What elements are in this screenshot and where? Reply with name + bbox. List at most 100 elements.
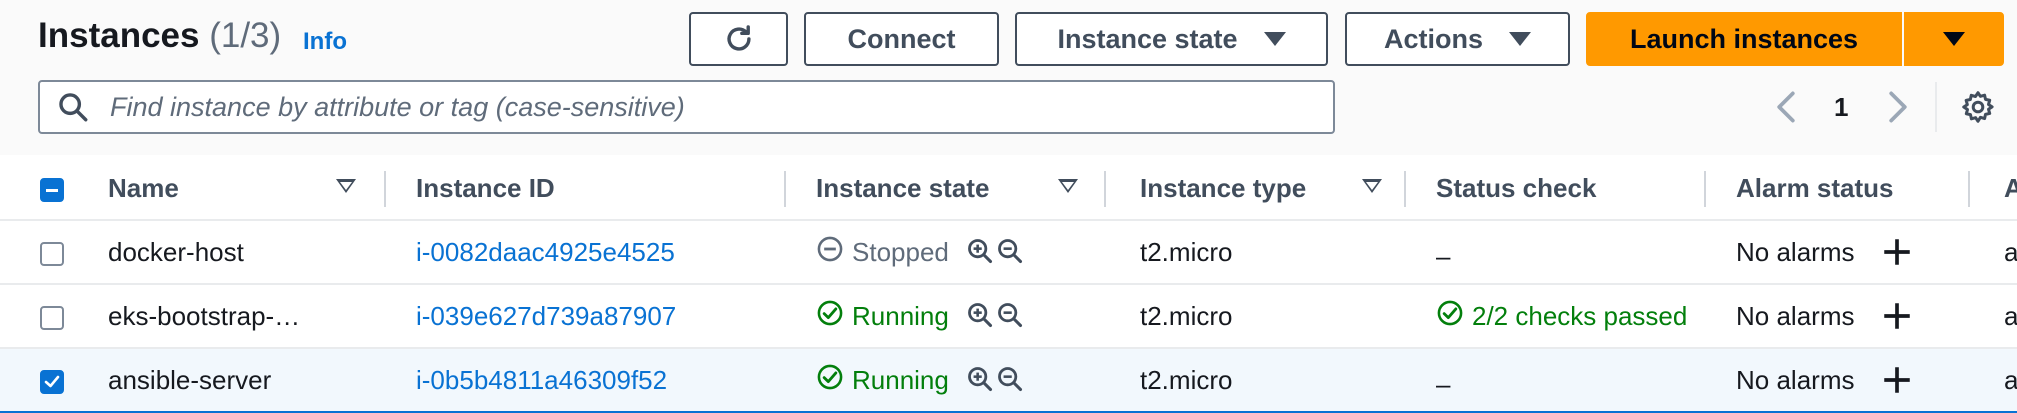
selection-count: (1/3) <box>209 16 282 55</box>
instance-id-cell: i-0082daac4925e4525 <box>386 220 786 285</box>
next-column-cell: ap <box>1970 347 2017 413</box>
instance-state-cell: Running <box>786 284 1106 349</box>
search-icon <box>59 93 88 122</box>
alarm-status-label: No alarms <box>1736 236 1855 267</box>
caret-down-icon <box>1263 32 1286 46</box>
launch-instances-button[interactable]: Launch instances <box>1586 12 1902 66</box>
state-filter-controls <box>966 365 1024 393</box>
name-cell: ansible-server <box>108 347 386 413</box>
column-header-name[interactable]: Name <box>108 157 386 221</box>
info-link[interactable]: Info <box>303 28 347 56</box>
select-all-checkbox[interactable] <box>40 177 64 202</box>
instance-state-label: Stopped <box>852 236 949 267</box>
instance-state-label: Running <box>852 300 949 331</box>
actions-label: Actions <box>1383 23 1483 54</box>
column-label: Instance type <box>1140 172 1307 203</box>
status-check-cell: – <box>1406 347 1706 413</box>
instance-type-cell: t2.micro <box>1106 284 1406 349</box>
column-header-status-check[interactable]: Status check <box>1406 157 1706 221</box>
instance-name: ansible-server <box>108 364 272 395</box>
instance-type-cell: t2.micro <box>1106 347 1406 413</box>
column-header-instance-id[interactable]: Instance ID <box>386 157 786 221</box>
alarm-status-label: No alarms <box>1736 364 1855 395</box>
search-input[interactable] <box>108 82 1333 132</box>
column-header-instance-type[interactable]: Instance type <box>1106 157 1406 221</box>
instance-id-link[interactable]: i-039e627d739a87907 <box>416 301 676 331</box>
connect-button[interactable]: Connect <box>804 12 999 66</box>
stopped-status-icon <box>817 236 843 261</box>
zoom-out-icon[interactable] <box>996 365 1024 393</box>
sort-filter-icon[interactable] <box>1362 179 1382 193</box>
gear-icon[interactable] <box>1960 89 1996 125</box>
instance-state-dropdown[interactable]: Instance state <box>1015 12 1328 66</box>
plus-icon[interactable] <box>1880 299 1914 333</box>
success-status-icon <box>817 364 843 389</box>
instance-type: t2.micro <box>1140 236 1233 267</box>
search-field[interactable] <box>38 80 1335 134</box>
status-check-label: 2/2 checks passed <box>1472 300 1688 331</box>
actions-dropdown[interactable]: Actions <box>1345 12 1570 66</box>
table-row-3[interactable]: ansible-server i-0b5b4811a46309f52 Runni… <box>0 347 2017 413</box>
row-select-cell <box>0 284 108 349</box>
zoom-in-icon[interactable] <box>966 237 994 265</box>
next-column-value: ap <box>2004 237 2017 267</box>
zoom-in-icon[interactable] <box>966 301 994 329</box>
name-cell: docker-host <box>108 220 386 285</box>
current-page[interactable]: 1 <box>1834 92 1848 123</box>
state-filter-controls <box>966 301 1024 329</box>
status-check: 2/2 checks passed <box>1436 299 1687 334</box>
zoom-out-icon[interactable] <box>996 301 1024 329</box>
caret-down-icon <box>1943 32 1965 46</box>
instance-id-link[interactable]: i-0b5b4811a46309f52 <box>416 365 667 395</box>
table-header-row: Name Instance ID Instance state Instance… <box>0 157 2017 221</box>
plus-icon[interactable] <box>1880 235 1914 269</box>
instance-name: eks-bootstrap-… <box>108 300 301 331</box>
status-check-label: – <box>1436 368 1451 399</box>
sort-filter-icon[interactable] <box>336 179 356 193</box>
launch-instances-menu-button[interactable] <box>1904 12 2004 66</box>
success-status-icon <box>817 300 843 325</box>
status-check: – <box>1436 241 1450 272</box>
pagination: 1 <box>1772 80 1912 134</box>
alarm-status-cell: No alarms <box>1706 284 1970 349</box>
next-column-cell: ap <box>1970 284 2017 349</box>
next-column-cell: ap <box>1970 220 2017 285</box>
instance-state-cell: Stopped <box>786 220 1106 285</box>
instance-type-cell: t2.micro <box>1106 220 1406 285</box>
instance-id-cell: i-039e627d739a87907 <box>386 284 786 349</box>
status-check-label: – <box>1436 240 1451 271</box>
instance-id-cell: i-0b5b4811a46309f52 <box>386 347 786 413</box>
table-row-1[interactable]: docker-host i-0082daac4925e4525 Stopped … <box>0 220 2017 285</box>
column-label: Status check <box>1436 172 1597 203</box>
next-column-value: ap <box>2004 365 2017 395</box>
alarm-status-cell: No alarms <box>1706 220 1970 285</box>
plus-icon[interactable] <box>1880 363 1914 397</box>
table-row-2[interactable]: eks-bootstrap-… i-039e627d739a87907 Runn… <box>0 284 2017 349</box>
instance-type: t2.micro <box>1140 364 1233 395</box>
chevron-right-icon[interactable] <box>1884 90 1912 124</box>
column-label: Instance ID <box>416 172 555 203</box>
column-header-next[interactable]: A <box>1970 157 2017 221</box>
instances-table: Name Instance ID Instance state Instance… <box>0 157 2017 413</box>
column-label: Instance state <box>816 172 990 203</box>
instance-id-link[interactable]: i-0082daac4925e4525 <box>416 237 675 267</box>
refresh-button[interactable] <box>689 12 788 66</box>
sort-filter-icon[interactable] <box>1058 179 1078 193</box>
instance-type: t2.micro <box>1140 300 1233 331</box>
zoom-in-icon[interactable] <box>966 365 994 393</box>
status-check-cell: 2/2 checks passed <box>1406 284 1706 349</box>
row-checkbox[interactable] <box>40 369 64 394</box>
status-check-cell: – <box>1406 220 1706 285</box>
instance-state: Running <box>816 363 949 398</box>
status-check: – <box>1436 369 1450 400</box>
column-header-instance-state[interactable]: Instance state <box>786 157 1106 221</box>
launch-instances-label: Launch instances <box>1629 23 1859 54</box>
chevron-left-icon[interactable] <box>1772 90 1800 124</box>
row-select-cell <box>0 347 108 413</box>
connect-label: Connect <box>847 23 956 54</box>
row-checkbox[interactable] <box>40 305 64 330</box>
column-label: Alarm status <box>1736 172 1894 203</box>
row-checkbox[interactable] <box>40 241 64 266</box>
zoom-out-icon[interactable] <box>996 237 1024 265</box>
column-header-alarm-status[interactable]: Alarm status <box>1706 157 1970 221</box>
